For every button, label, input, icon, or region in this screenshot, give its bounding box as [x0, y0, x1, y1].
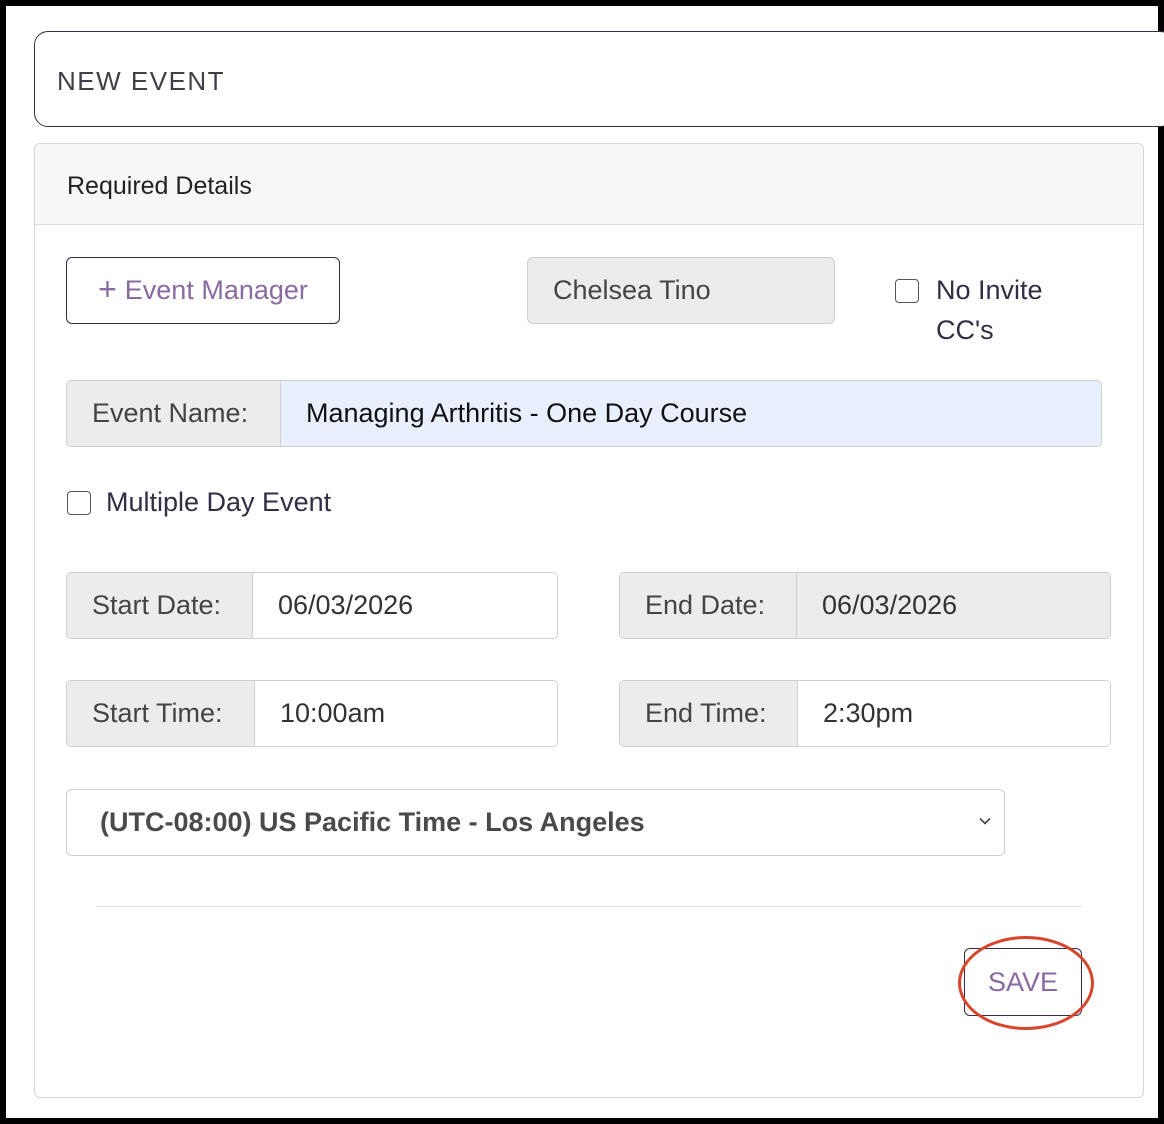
multiple-day-checkbox[interactable]: [67, 491, 91, 515]
form-divider: [96, 906, 1082, 907]
start-time-input[interactable]: 10:00am: [255, 681, 557, 746]
event-manager-field[interactable]: Chelsea Tino: [527, 257, 835, 324]
header-bar: NEW EVENT: [34, 31, 1164, 127]
multiple-day-label: Multiple Day Event: [106, 487, 332, 517]
start-date-label: Start Date:: [67, 573, 253, 638]
save-button[interactable]: SAVE: [964, 948, 1082, 1016]
page-title: NEW EVENT: [57, 66, 226, 96]
chevron-down-icon: [979, 817, 991, 825]
end-time-label: End Time:: [620, 681, 798, 746]
end-date-label: End Date:: [620, 573, 797, 638]
end-time-group: End Time: 2:30pm: [619, 680, 1111, 747]
start-time-group: Start Time: 10:00am: [66, 680, 558, 747]
event-name-label: Event Name:: [67, 381, 281, 446]
end-date-group: End Date: 06/03/2026: [619, 572, 1111, 639]
add-event-manager-label: Event Manager: [124, 275, 308, 305]
start-time-label: Start Time:: [67, 681, 255, 746]
no-invite-cc-checkbox[interactable]: [895, 279, 919, 303]
no-invite-cc-label-line2: CC's: [936, 315, 994, 345]
event-name-input[interactable]: Managing Arthritis - One Day Course: [281, 381, 1101, 446]
start-date-input[interactable]: 06/03/2026: [253, 573, 557, 638]
no-invite-cc-label: No Invite CC's: [936, 270, 1043, 350]
add-event-manager-button[interactable]: + Event Manager: [66, 257, 340, 324]
start-date-group: Start Date: 06/03/2026: [66, 572, 558, 639]
panel-title: Required Details: [67, 172, 252, 200]
end-date-input: 06/03/2026: [797, 573, 1110, 638]
panel-header: Required Details: [35, 144, 1143, 225]
event-name-group: Event Name: Managing Arthritis - One Day…: [66, 380, 1102, 447]
timezone-select[interactable]: (UTC-08:00) US Pacific Time - Los Angele…: [66, 789, 1005, 856]
plus-icon: +: [98, 270, 117, 307]
no-invite-cc-label-line1: No Invite: [936, 275, 1043, 305]
timezone-value: (UTC-08:00) US Pacific Time - Los Angele…: [100, 807, 645, 837]
end-time-input[interactable]: 2:30pm: [798, 681, 1110, 746]
